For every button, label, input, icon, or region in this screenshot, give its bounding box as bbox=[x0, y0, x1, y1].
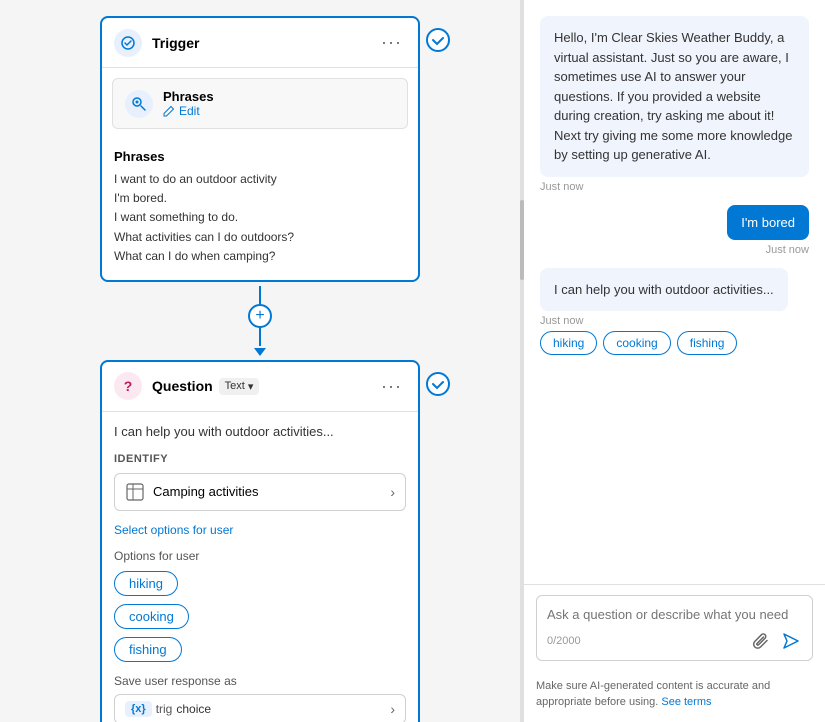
chat-input-box: 0/2000 bbox=[536, 595, 813, 661]
chat-input-area: 0/2000 bbox=[524, 584, 825, 671]
trigger-title: Trigger bbox=[152, 35, 377, 51]
trigger-card-header: Trigger ··· bbox=[102, 18, 418, 68]
option-chip-cooking[interactable]: cooking bbox=[114, 604, 189, 629]
disclaimer-text: Make sure AI-generated content is accura… bbox=[536, 680, 770, 707]
option-chip-fishing[interactable]: fishing bbox=[114, 637, 182, 662]
question-menu[interactable]: ··· bbox=[377, 372, 406, 401]
connector-line-top bbox=[259, 286, 261, 304]
phrase-item-1: I want to do an outdoor activity bbox=[114, 170, 406, 189]
save-response-chevron-icon: › bbox=[390, 701, 395, 717]
text-type-badge[interactable]: Text ▾ bbox=[219, 378, 260, 395]
scrollbar-thumb[interactable] bbox=[520, 200, 524, 280]
choice-chip-cooking[interactable]: cooking bbox=[603, 331, 670, 355]
char-count: 0/2000 bbox=[547, 635, 581, 647]
phrases-label: Phrases bbox=[163, 89, 214, 104]
bot-timestamp-2: Just now bbox=[540, 315, 809, 327]
user-message-group-1: I'm bored Just now bbox=[540, 205, 809, 256]
phrases-icon bbox=[125, 90, 153, 118]
question-card-header: ? Question Text ▾ ··· bbox=[102, 362, 418, 412]
phrases-section-title: Phrases bbox=[114, 149, 406, 164]
chat-messages: Hello, I'm Clear Skies Weather Buddy, a … bbox=[524, 0, 825, 584]
select-options-link[interactable]: Select options for user bbox=[114, 523, 406, 537]
bot-message-1: Hello, I'm Clear Skies Weather Buddy, a … bbox=[540, 16, 809, 177]
chat-input[interactable] bbox=[547, 604, 802, 624]
identify-label: Identify bbox=[114, 453, 406, 465]
disclaimer-link[interactable]: See terms bbox=[661, 696, 711, 708]
table-icon bbox=[125, 482, 145, 502]
identify-value: Camping activities bbox=[153, 484, 390, 499]
identify-row[interactable]: Camping activities › bbox=[114, 473, 406, 511]
question-icon: ? bbox=[114, 372, 142, 400]
chat-input-footer: 0/2000 bbox=[547, 630, 802, 652]
bot-message-group-1: Hello, I'm Clear Skies Weather Buddy, a … bbox=[540, 16, 809, 193]
choice-chip-hiking[interactable]: hiking bbox=[540, 331, 597, 355]
phrases-inner-row: Phrases Edit bbox=[112, 78, 408, 129]
var-choice: choice bbox=[176, 702, 211, 716]
phrases-section: Phrases I want to do an outdoor activity… bbox=[102, 139, 418, 280]
phrases-list: I want to do an outdoor activity I'm bor… bbox=[114, 170, 406, 266]
choice-chip-fishing[interactable]: fishing bbox=[677, 331, 738, 355]
bot-message-group-2: I can help you with outdoor activities..… bbox=[540, 268, 809, 356]
right-panel: Hello, I'm Clear Skies Weather Buddy, a … bbox=[524, 0, 825, 722]
save-response-row[interactable]: {x} trig choice › bbox=[114, 694, 406, 722]
var-name: trig bbox=[156, 702, 173, 716]
options-section-label: Options for user bbox=[114, 549, 406, 563]
question-card: ? Question Text ▾ ··· I can help you wit… bbox=[100, 360, 420, 722]
trigger-card: Trigger ··· Phrases bbox=[100, 16, 420, 282]
connector-arrow bbox=[254, 348, 266, 356]
connector: + bbox=[100, 286, 420, 356]
disclaimer: Make sure AI-generated content is accura… bbox=[524, 671, 825, 722]
options-list: hiking cooking fishing bbox=[114, 571, 406, 670]
connector-line-bottom bbox=[259, 328, 261, 346]
send-button[interactable] bbox=[780, 630, 802, 652]
bot-message-2: I can help you with outdoor activities..… bbox=[540, 268, 788, 312]
phrase-item-3: I want something to do. bbox=[114, 208, 406, 227]
trigger-icon bbox=[114, 29, 142, 57]
chat-choices-row: hiking cooking fishing bbox=[540, 331, 809, 355]
question-check bbox=[426, 372, 450, 396]
identify-chevron-icon: › bbox=[390, 484, 395, 500]
var-badge: {x} bbox=[125, 701, 152, 717]
question-title-area: Question Text ▾ bbox=[152, 378, 377, 395]
trigger-check bbox=[426, 28, 450, 52]
left-panel: Trigger ··· Phrases bbox=[0, 0, 520, 722]
question-message: I can help you with outdoor activities..… bbox=[114, 424, 406, 439]
option-chip-hiking[interactable]: hiking bbox=[114, 571, 178, 596]
user-message-1: I'm bored bbox=[727, 205, 809, 240]
bot-timestamp-1: Just now bbox=[540, 181, 809, 193]
phrase-item-2: I'm bored. bbox=[114, 189, 406, 208]
add-node-button[interactable]: + bbox=[248, 304, 272, 328]
trigger-menu[interactable]: ··· bbox=[377, 28, 406, 57]
var-label: {x} bbox=[131, 703, 146, 715]
save-response-label: Save user response as bbox=[114, 674, 406, 688]
text-badge-label: Text bbox=[225, 380, 245, 392]
chevron-down-icon: ▾ bbox=[248, 380, 254, 393]
phrase-item-4: What activities can I do outdoors? bbox=[114, 228, 406, 247]
question-title: Question bbox=[152, 378, 213, 394]
panel-divider bbox=[520, 0, 524, 722]
user-timestamp-1: Just now bbox=[540, 244, 809, 256]
phrases-edit-link[interactable]: Edit bbox=[163, 104, 214, 118]
question-body: I can help you with outdoor activities..… bbox=[102, 412, 418, 722]
chat-actions bbox=[750, 630, 802, 652]
phrase-item-5: What can I do when camping? bbox=[114, 247, 406, 266]
attach-button[interactable] bbox=[750, 630, 772, 652]
